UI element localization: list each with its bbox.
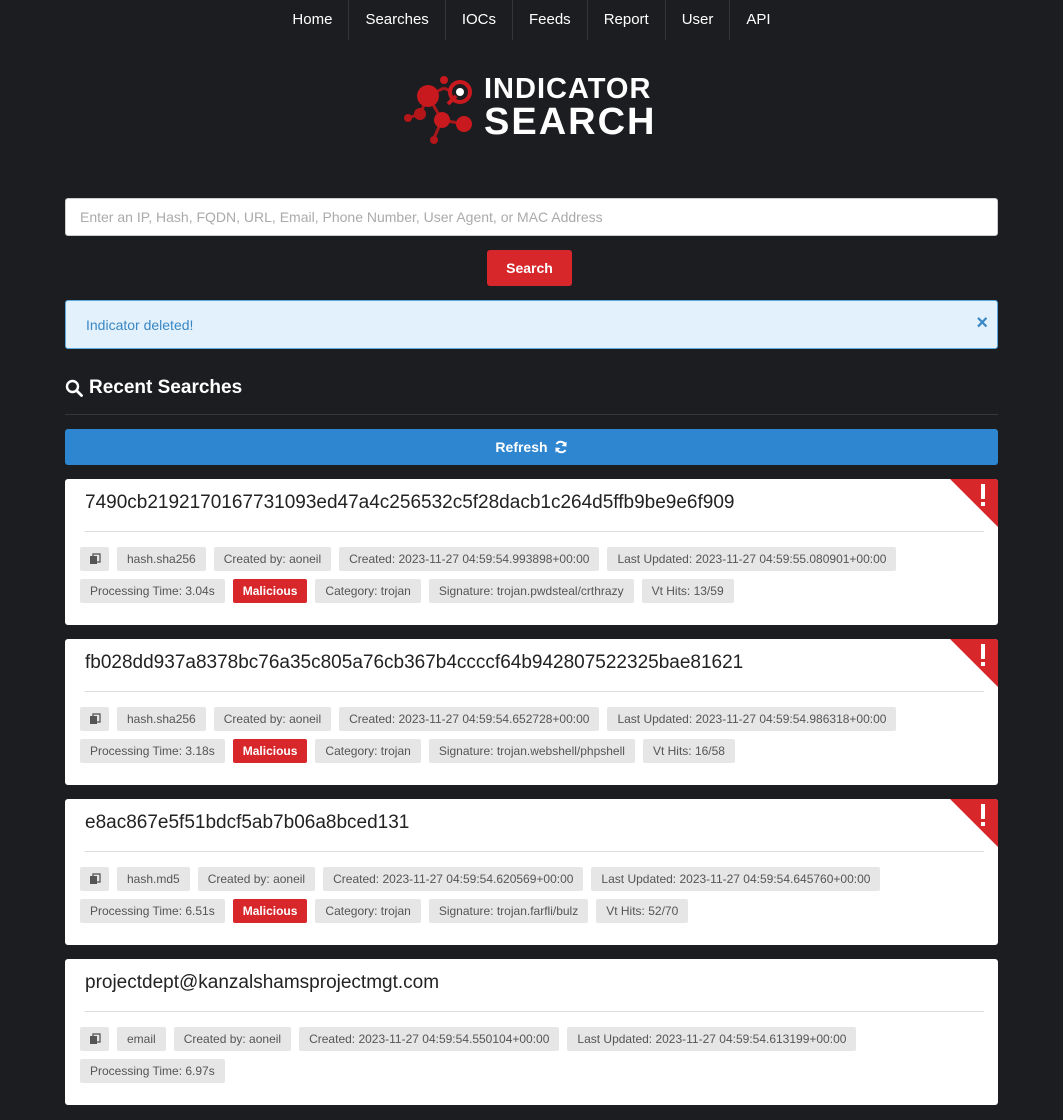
nav-feeds[interactable]: Feeds (513, 0, 588, 40)
nav-report[interactable]: Report (588, 0, 666, 40)
signature-tag: Signature: trojan.farfli/bulz (428, 899, 589, 923)
search-button[interactable]: Search (487, 250, 572, 286)
created-tag: Created: 2023-11-27 04:59:54.652728+00:0… (339, 707, 600, 731)
recent-searches-heading: Recent Searches (65, 376, 242, 400)
type-tag: hash.sha256 (117, 547, 206, 571)
alert-message: Indicator deleted! (86, 316, 194, 333)
recent-searches-title: Recent Searches (89, 377, 243, 398)
alert-indicator-deleted: Indicator deleted! × (65, 300, 998, 349)
processing-time-tag: Processing Time: 6.51s (80, 899, 225, 923)
copy-icon (89, 1033, 101, 1044)
refresh-label: Refresh (495, 439, 548, 455)
logo-wordmark: INDICATOR SEARCH (484, 73, 657, 143)
vt-hits-tag: Vt Hits: 13/59 (641, 579, 734, 603)
category-tag: Category: trojan (315, 739, 421, 763)
created-tag: Created: 2023-11-27 04:59:54.620569+00:0… (323, 867, 584, 891)
last-updated-tag: Last Updated: 2023-11-27 04:59:54.986318… (607, 707, 897, 731)
card-meta-row: email Created by: aoneil Created: 2023-1… (80, 1027, 857, 1051)
created-tag: Created: 2023-11-27 04:59:54.550104+00:0… (299, 1027, 560, 1051)
top-nav: Home Searches IOCs Feeds Report User API (0, 0, 1063, 40)
created-by-tag: Created by: aoneil (197, 867, 316, 891)
close-icon[interactable]: × (976, 313, 988, 333)
result-card[interactable]: 7490cb2192170167731093ed47a4c256532c5f28… (65, 479, 998, 625)
result-card[interactable]: fb028dd937a8378bc76a35c805a76cb367b4cccc… (65, 639, 998, 785)
search-icon (65, 379, 83, 397)
nav-api[interactable]: API (730, 0, 786, 40)
nav-user[interactable]: User (666, 0, 731, 40)
copy-button[interactable] (80, 707, 109, 731)
refresh-icon (555, 440, 567, 454)
nav-home[interactable]: Home (276, 0, 350, 40)
indicator-value[interactable]: projectdept@kanzalshamsprojectmgt.com (85, 972, 439, 994)
category-tag: Category: trojan (315, 579, 421, 603)
indicator-value[interactable]: fb028dd937a8378bc76a35c805a76cb367b4cccc… (85, 652, 743, 674)
type-tag: hash.md5 (117, 867, 190, 891)
signature-tag: Signature: trojan.pwdsteal/crthrazy (428, 579, 634, 603)
card-meta-row: hash.sha256 Created by: aoneil Created: … (80, 707, 897, 731)
card-detail-row: Processing Time: 6.51s Malicious Categor… (80, 899, 689, 923)
indicator-value[interactable]: e8ac867e5f51bdcf5ab7b06a8bced131 (85, 812, 409, 834)
vt-hits-tag: Vt Hits: 16/58 (642, 739, 735, 763)
type-tag: hash.sha256 (117, 707, 206, 731)
card-divider (85, 1011, 984, 1012)
last-updated-tag: Last Updated: 2023-11-27 04:59:54.645760… (591, 867, 881, 891)
card-divider (85, 691, 984, 692)
card-detail-row: Processing Time: 3.18s Malicious Categor… (80, 739, 735, 763)
card-detail-row: Processing Time: 3.04s Malicious Categor… (80, 579, 734, 603)
molecule-logo-icon (404, 76, 472, 144)
last-updated-tag: Last Updated: 2023-11-27 04:59:55.080901… (607, 547, 897, 571)
copy-icon (89, 553, 101, 564)
processing-time-tag: Processing Time: 6.97s (80, 1059, 225, 1083)
app-logo[interactable]: INDICATOR SEARCH (398, 66, 660, 152)
verdict-badge: Malicious (232, 579, 308, 603)
search-input[interactable] (65, 198, 998, 236)
refresh-button[interactable]: Refresh (65, 429, 998, 465)
exclamation-icon (950, 639, 998, 687)
created-by-tag: Created by: aoneil (173, 1027, 292, 1051)
card-divider (85, 851, 984, 852)
copy-icon (89, 713, 101, 724)
type-tag: email (117, 1027, 166, 1051)
card-divider (85, 531, 984, 532)
signature-tag: Signature: trojan.webshell/phpshell (428, 739, 635, 763)
processing-time-tag: Processing Time: 3.18s (80, 739, 225, 763)
created-tag: Created: 2023-11-27 04:59:54.993898+00:0… (339, 547, 600, 571)
created-by-tag: Created by: aoneil (213, 707, 332, 731)
card-meta-row: hash.md5 Created by: aoneil Created: 202… (80, 867, 881, 891)
logo-line-1: INDICATOR (484, 73, 652, 105)
copy-icon (89, 873, 101, 884)
processing-time-tag: Processing Time: 3.04s (80, 579, 225, 603)
result-card[interactable]: e8ac867e5f51bdcf5ab7b06a8bced131 hash.md… (65, 799, 998, 945)
exclamation-icon (950, 479, 998, 527)
last-updated-tag: Last Updated: 2023-11-27 04:59:54.613199… (567, 1027, 857, 1051)
copy-button[interactable] (80, 867, 109, 891)
created-by-tag: Created by: aoneil (213, 547, 332, 571)
indicator-value[interactable]: 7490cb2192170167731093ed47a4c256532c5f28… (85, 492, 734, 514)
section-divider (65, 414, 998, 415)
nav-iocs[interactable]: IOCs (446, 0, 513, 40)
card-detail-row: Processing Time: 6.97s (80, 1059, 225, 1083)
logo-line-2: SEARCH (484, 101, 657, 143)
vt-hits-tag: Vt Hits: 52/70 (596, 899, 689, 923)
result-card[interactable]: projectdept@kanzalshamsprojectmgt.com em… (65, 959, 998, 1105)
copy-button[interactable] (80, 1027, 109, 1051)
copy-button[interactable] (80, 547, 109, 571)
category-tag: Category: trojan (315, 899, 421, 923)
verdict-badge: Malicious (232, 739, 308, 763)
card-meta-row: hash.sha256 Created by: aoneil Created: … (80, 547, 897, 571)
verdict-badge: Malicious (232, 899, 308, 923)
exclamation-icon (950, 799, 998, 847)
nav-searches[interactable]: Searches (349, 0, 446, 40)
